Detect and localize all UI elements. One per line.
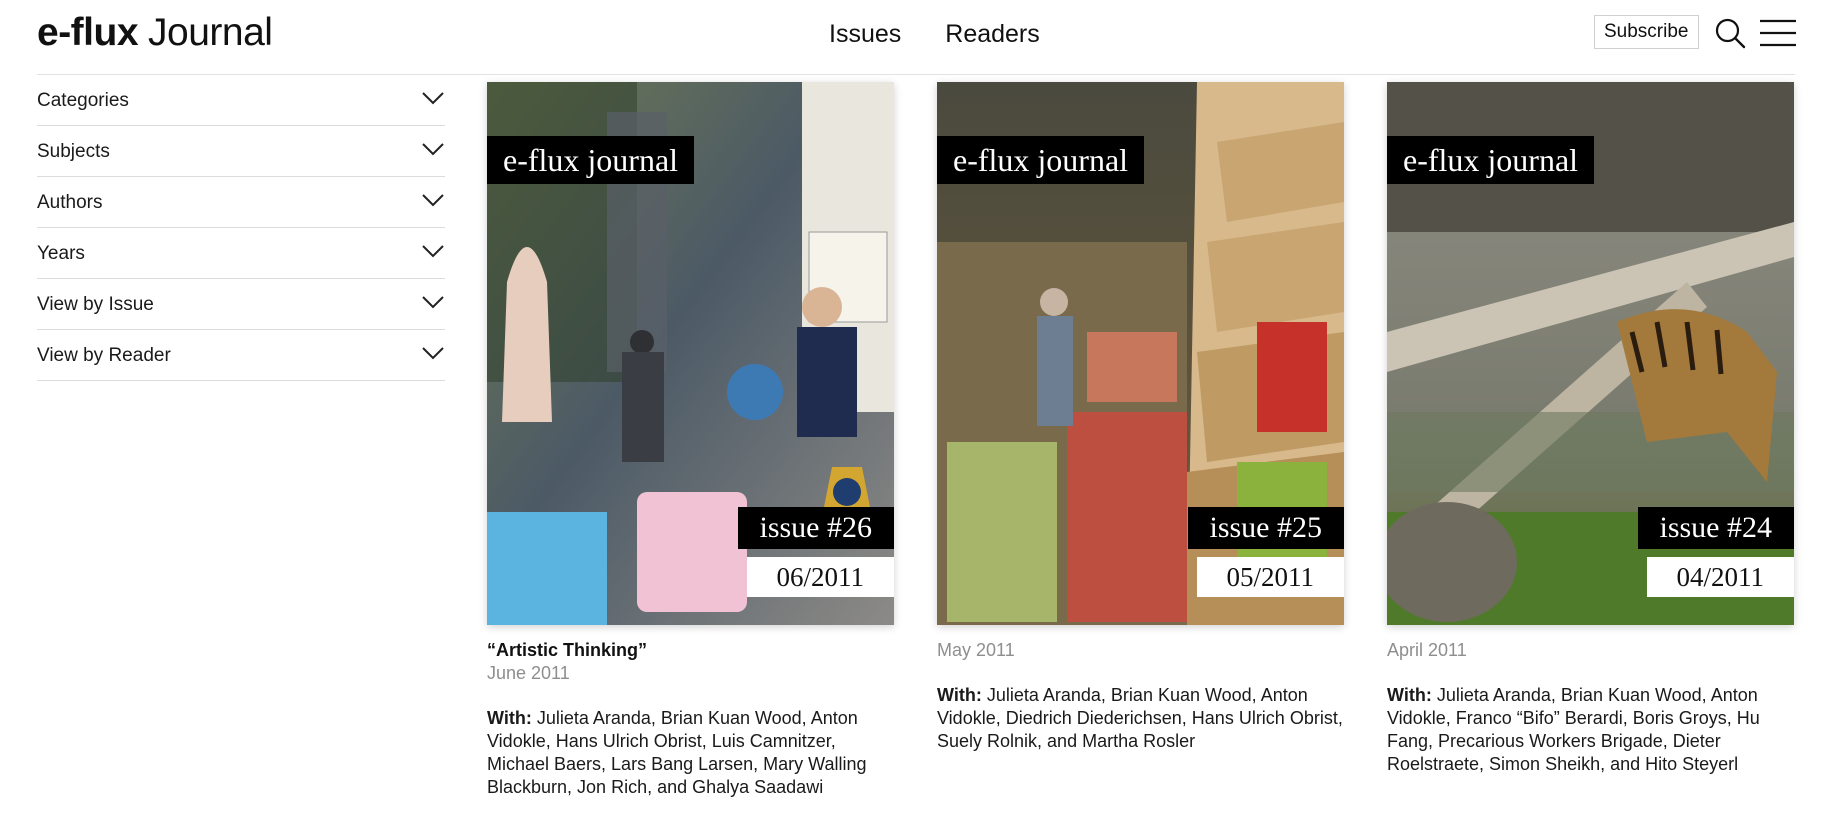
issue-date: June 2011 [487, 663, 570, 683]
cover-issue-number: issue #25 [1187, 507, 1344, 549]
chevron-down-icon [422, 143, 444, 156]
filter-years[interactable]: Years [37, 228, 445, 279]
chevron-down-icon [422, 92, 444, 105]
nav-readers-link[interactable]: Readers [945, 18, 1040, 50]
issue-contributors: With: Julieta Aranda, Brian Kuan Wood, A… [487, 707, 894, 799]
filter-sidebar: Categories Subjects Authors Years View b… [37, 75, 445, 381]
site-logo[interactable]: e-flux Journal [37, 10, 273, 56]
issue-contributors: With: Julieta Aranda, Brian Kuan Wood, A… [1387, 684, 1794, 776]
cover-issue-date: 05/2011 [1196, 557, 1344, 597]
hamburger-menu-icon[interactable] [1760, 18, 1796, 48]
filter-label: Subjects [37, 141, 110, 162]
issue-card: e-flux journal issue #24 04/2011 April 2… [1387, 82, 1794, 776]
cover-issue-date: 06/2011 [746, 557, 894, 597]
issue-cover[interactable]: e-flux journal issue #26 06/2011 [487, 82, 894, 625]
filter-categories[interactable]: Categories [37, 75, 445, 126]
filter-authors[interactable]: Authors [37, 177, 445, 228]
issue-meta: May 2011 With: Julieta Aranda, Brian Kua… [937, 639, 1344, 753]
contributors-list: Julieta Aranda, Brian Kuan Wood, Anton V… [487, 708, 867, 797]
with-label: With: [487, 708, 532, 728]
search-icon[interactable] [1714, 17, 1746, 49]
subscribe-button[interactable]: Subscribe [1594, 15, 1699, 49]
logo-brand: e-flux [37, 11, 139, 54]
filter-label: Authors [37, 192, 103, 213]
filter-view-by-issue[interactable]: View by Issue [37, 279, 445, 330]
filter-label: Years [37, 243, 85, 264]
issue-card: e-flux journal issue #25 05/2011 May 201… [937, 82, 1344, 753]
issue-cover[interactable]: e-flux journal issue #24 04/2011 [1387, 82, 1794, 625]
chevron-down-icon [422, 347, 444, 360]
with-label: With: [1387, 685, 1432, 705]
chevron-down-icon [422, 245, 444, 258]
issue-meta: April 2011 With: Julieta Aranda, Brian K… [1387, 639, 1794, 776]
filter-label: View by Reader [37, 345, 171, 366]
cover-masthead: e-flux journal [487, 136, 695, 184]
with-label: With: [937, 685, 982, 705]
issue-cover[interactable]: e-flux journal issue #25 05/2011 [937, 82, 1344, 625]
chevron-down-icon [422, 296, 444, 309]
contributors-list: Julieta Aranda, Brian Kuan Wood, Anton V… [937, 685, 1343, 751]
logo-word: Journal [148, 11, 273, 54]
filter-view-by-reader[interactable]: View by Reader [37, 330, 445, 381]
filter-label: View by Issue [37, 294, 154, 315]
cover-issue-number: issue #26 [737, 507, 894, 549]
site-header: e-flux Journal Issues Readers Subscribe [0, 0, 1822, 74]
main-nav: Issues Readers [829, 18, 1040, 50]
cover-masthead: e-flux journal [937, 136, 1145, 184]
filter-label: Categories [37, 90, 129, 111]
issue-title[interactable]: “Artistic Thinking” [487, 639, 894, 662]
filter-subjects[interactable]: Subjects [37, 126, 445, 177]
contributors-list: Julieta Aranda, Brian Kuan Wood, Anton V… [1387, 685, 1760, 774]
chevron-down-icon [422, 194, 444, 207]
issue-date: April 2011 [1387, 640, 1467, 660]
issue-contributors: With: Julieta Aranda, Brian Kuan Wood, A… [937, 684, 1344, 753]
issue-card: e-flux journal issue #26 06/2011 “Artist… [487, 82, 894, 799]
issue-meta: “Artistic Thinking” June 2011 With: Juli… [487, 639, 894, 799]
cover-issue-number: issue #24 [1637, 507, 1794, 549]
issue-date: May 2011 [937, 640, 1015, 660]
cover-masthead: e-flux journal [1387, 136, 1595, 184]
nav-issues-link[interactable]: Issues [829, 18, 901, 50]
cover-issue-date: 04/2011 [1646, 557, 1794, 597]
